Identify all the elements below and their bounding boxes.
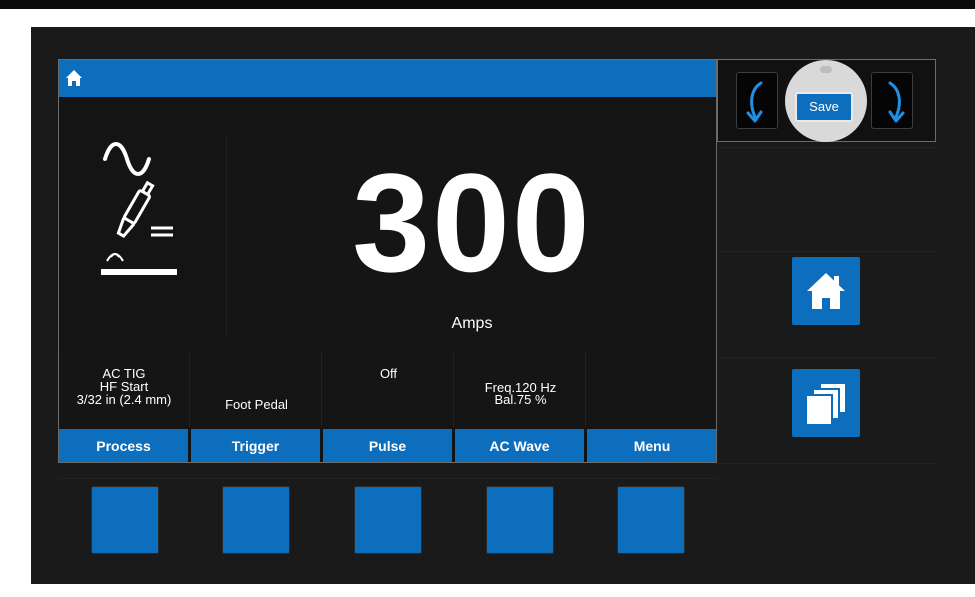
tab-trigger[interactable]: Trigger	[191, 429, 322, 462]
amperage-readout: 300 Amps	[226, 137, 716, 335]
soft-key-process[interactable]	[91, 486, 159, 554]
panel-divider	[717, 357, 936, 358]
process-status: AC TIG HF Start 3/32 in (2.4 mm)	[59, 351, 190, 427]
navigation-panel: Save	[717, 59, 936, 142]
save-highlight: Save	[785, 60, 867, 142]
home-icon	[807, 273, 845, 309]
panel-divider	[717, 147, 936, 148]
tab-process[interactable]: Process	[59, 429, 190, 462]
rotate-left-arrow-icon	[746, 81, 763, 123]
ac-tig-torch-icon	[101, 142, 177, 275]
halo-notch	[820, 66, 832, 73]
amperage-value: 300	[352, 144, 592, 301]
save-button[interactable]: Save	[795, 92, 853, 122]
ac-wave-balance: Bal.75 %	[494, 392, 547, 407]
pulse-value: Off	[379, 366, 398, 381]
rotate-left-button[interactable]	[736, 72, 778, 129]
trigger-status: Foot Pedal	[191, 351, 322, 427]
process-electrode: 3/32 in (2.4 mm)	[76, 392, 172, 407]
home-icon[interactable]	[65, 69, 83, 87]
rotate-right-button[interactable]	[871, 72, 913, 129]
screen-header	[59, 60, 716, 97]
trigger-value: Foot Pedal	[225, 397, 288, 412]
soft-key-trigger[interactable]	[222, 486, 290, 554]
ac-wave-status: Freq.120 Hz Bal.75 %	[455, 351, 586, 427]
panel-divider	[717, 251, 936, 252]
amperage-unit: Amps	[451, 315, 493, 332]
pages-button[interactable]	[792, 369, 860, 437]
panel-divider	[717, 463, 936, 464]
soft-key-ac-wave[interactable]	[486, 486, 554, 554]
menu-status	[587, 351, 716, 427]
top-bar	[0, 0, 975, 9]
tab-pulse[interactable]: Pulse	[323, 429, 454, 462]
home-button[interactable]	[792, 257, 860, 325]
soft-key-pulse[interactable]	[354, 486, 422, 554]
pulse-status: Off	[323, 351, 454, 427]
soft-key-menu[interactable]	[617, 486, 685, 554]
pages-stack-icon	[805, 382, 847, 425]
rotate-right-arrow-icon	[888, 81, 905, 123]
tab-menu[interactable]: Menu	[587, 429, 716, 462]
panel-divider	[58, 478, 717, 479]
tab-ac-wave[interactable]: AC Wave	[455, 429, 586, 462]
main-screen: 300 Amps AC TIG HF Start 3/32 in (2.4 mm…	[58, 59, 717, 463]
